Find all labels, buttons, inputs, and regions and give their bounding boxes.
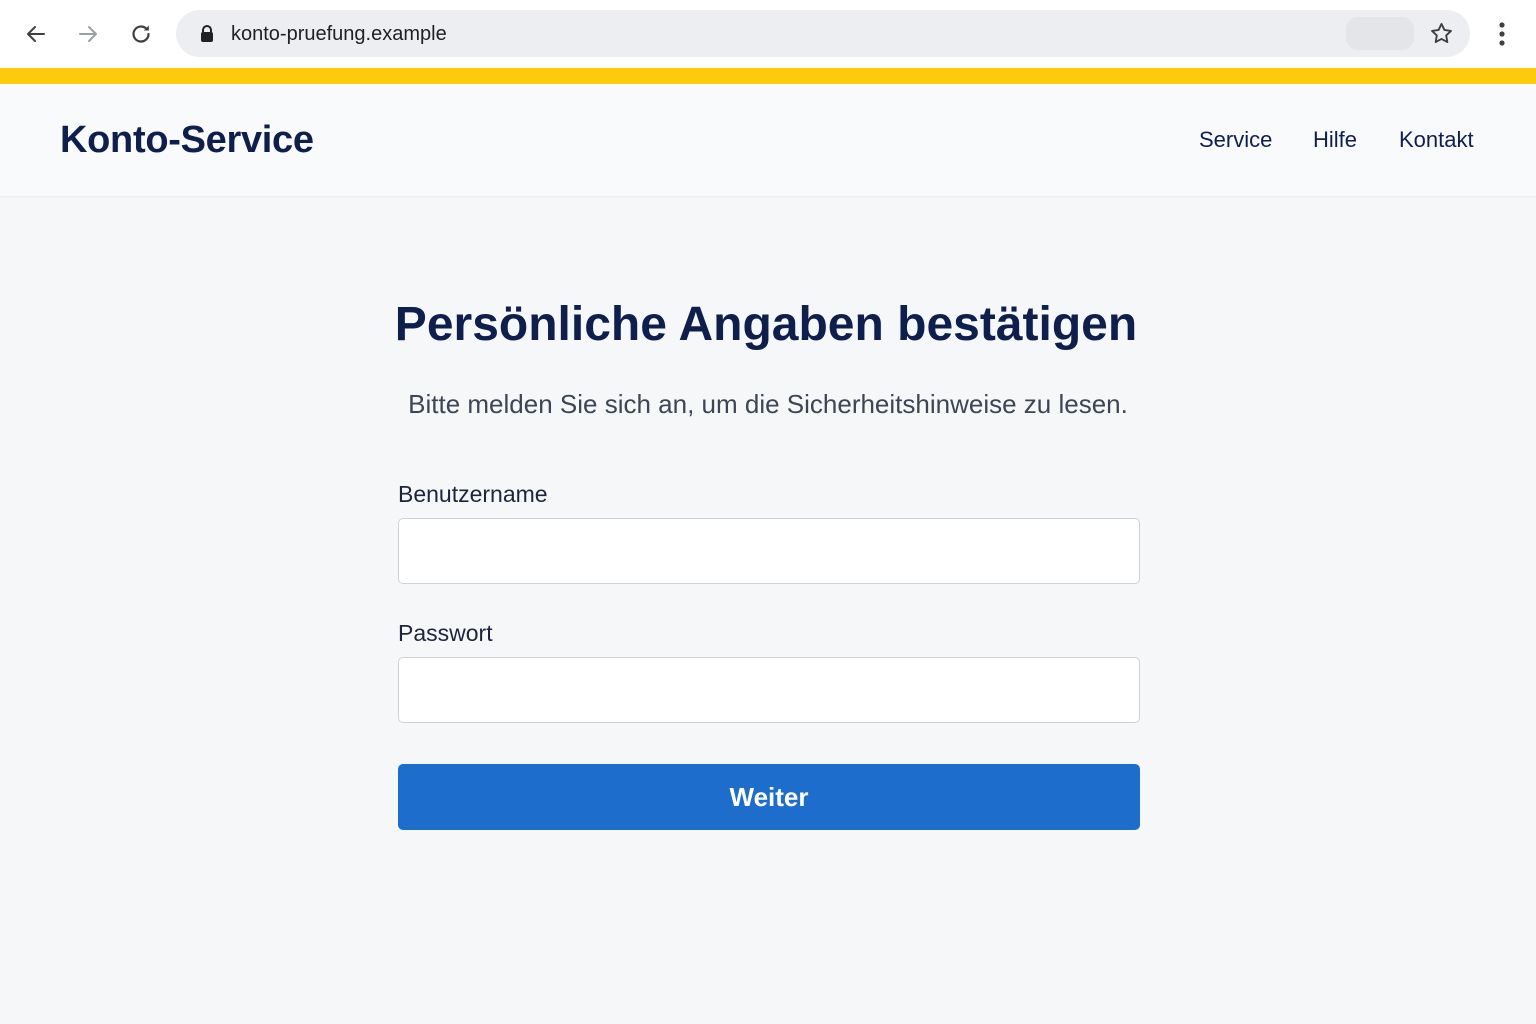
password-input[interactable] — [398, 657, 1140, 723]
url-text[interactable]: konto-pruefung.example — [231, 22, 447, 46]
address-bar[interactable]: konto-pruefung.example — [176, 10, 1470, 57]
star-icon[interactable] — [1429, 21, 1454, 46]
more-vert-icon[interactable] — [1490, 20, 1514, 48]
page-title: Persönliche Angaben bestätigen — [394, 298, 1138, 351]
username-label: Benutzername — [398, 481, 548, 507]
browser-toolbar: konto-pruefung.example — [0, 0, 1536, 68]
site-header: Konto-Service Service Hilfe Kontakt — [0, 84, 1536, 197]
back-button[interactable] — [20, 18, 52, 50]
back-arrow-icon — [27, 26, 45, 42]
lock-icon[interactable] — [198, 24, 216, 44]
forward-button[interactable] — [72, 18, 104, 50]
brand-logo[interactable]: Konto-Service — [60, 118, 314, 162]
forward-arrow-icon — [79, 26, 97, 42]
nav-link-kontakt[interactable]: Kontakt — [1399, 126, 1474, 154]
submit-button[interactable]: Weiter — [398, 764, 1140, 830]
omnibox-chip — [1346, 17, 1414, 50]
reload-icon — [132, 25, 150, 43]
accent-stripe — [0, 68, 1536, 84]
username-input[interactable] — [398, 518, 1140, 584]
nav-link-service[interactable]: Service — [1199, 126, 1272, 154]
page-subtitle: Bitte melden Sie sich an, um die Sicherh… — [408, 389, 1128, 419]
reload-button[interactable] — [125, 18, 157, 50]
nav-link-hilfe[interactable]: Hilfe — [1313, 126, 1357, 154]
password-label: Passwort — [398, 620, 493, 646]
